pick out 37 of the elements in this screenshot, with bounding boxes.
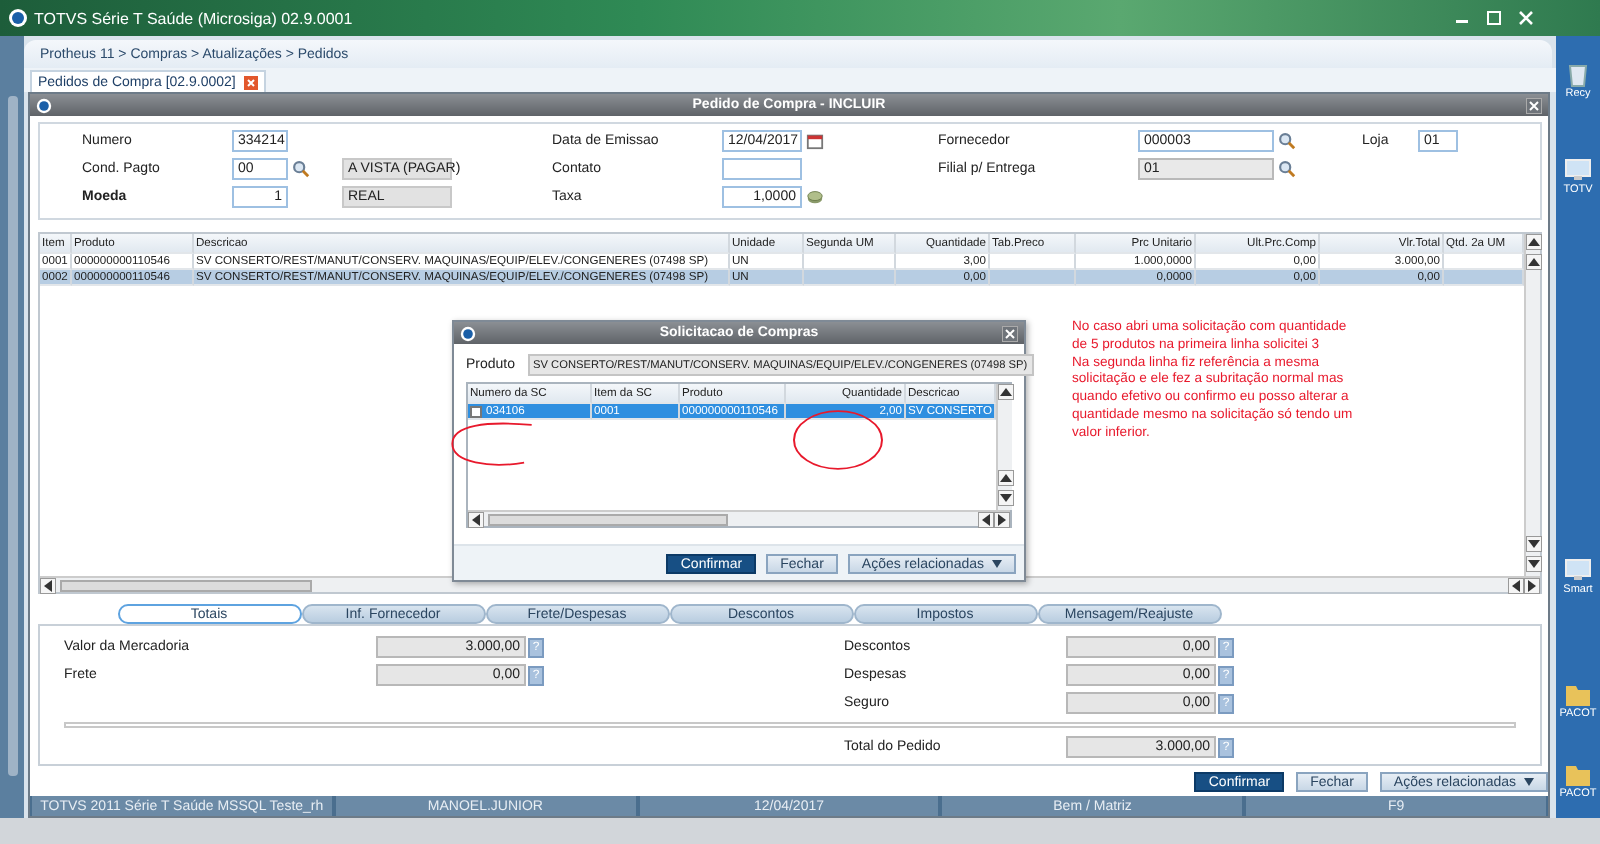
- scroll-arrow-icon[interactable]: [1526, 254, 1542, 270]
- input-field[interactable]: [722, 158, 802, 180]
- app-title: TOTVS Série T Saúde (Microsiga) 02.9.0001: [34, 9, 353, 27]
- search-icon[interactable]: [1278, 160, 1296, 178]
- folder-icon[interactable]: [1564, 680, 1592, 708]
- money-icon[interactable]: [806, 188, 824, 206]
- scroll-arrow-icon[interactable]: [1526, 556, 1542, 573]
- trash-bin-icon[interactable]: [1564, 60, 1592, 88]
- checkbox[interactable]: [470, 405, 482, 417]
- scroll-arrow-icon[interactable]: [1508, 577, 1524, 594]
- app-logo-icon: [36, 97, 52, 113]
- caret-icon: [992, 560, 1002, 568]
- close-icon[interactable]: [1002, 325, 1018, 341]
- app-logo-icon: [8, 8, 28, 28]
- side-scrollbar[interactable]: [7, 96, 17, 776]
- calendar-icon[interactable]: [806, 132, 824, 150]
- scroll-arrow-icon[interactable]: [978, 511, 994, 527]
- search-icon[interactable]: [1278, 132, 1296, 150]
- scroll-arrow-icon[interactable]: [468, 511, 484, 527]
- scrollbar-thumb[interactable]: [60, 579, 312, 592]
- search-icon[interactable]: [292, 160, 310, 178]
- caret-icon: [1524, 778, 1534, 787]
- app-logo-icon: [460, 325, 476, 341]
- scroll-arrow-icon[interactable]: [998, 384, 1014, 400]
- monitor-icon[interactable]: [1564, 556, 1592, 584]
- scroll-arrow-icon[interactable]: [1526, 234, 1542, 250]
- scroll-arrow-icon[interactable]: [1524, 577, 1540, 594]
- close-icon[interactable]: [1526, 97, 1542, 113]
- maximize-icon[interactable]: [1484, 10, 1504, 26]
- scrollbar-thumb[interactable]: [488, 513, 728, 525]
- scroll-arrow-icon[interactable]: [998, 490, 1014, 506]
- scroll-arrow-icon[interactable]: [40, 577, 56, 594]
- scroll-arrow-icon[interactable]: [1526, 536, 1542, 553]
- monitor-icon[interactable]: [1564, 156, 1592, 184]
- folder-icon[interactable]: [1564, 760, 1592, 788]
- scroll-arrow-icon[interactable]: [994, 511, 1010, 527]
- scroll-arrow-icon[interactable]: [998, 470, 1014, 486]
